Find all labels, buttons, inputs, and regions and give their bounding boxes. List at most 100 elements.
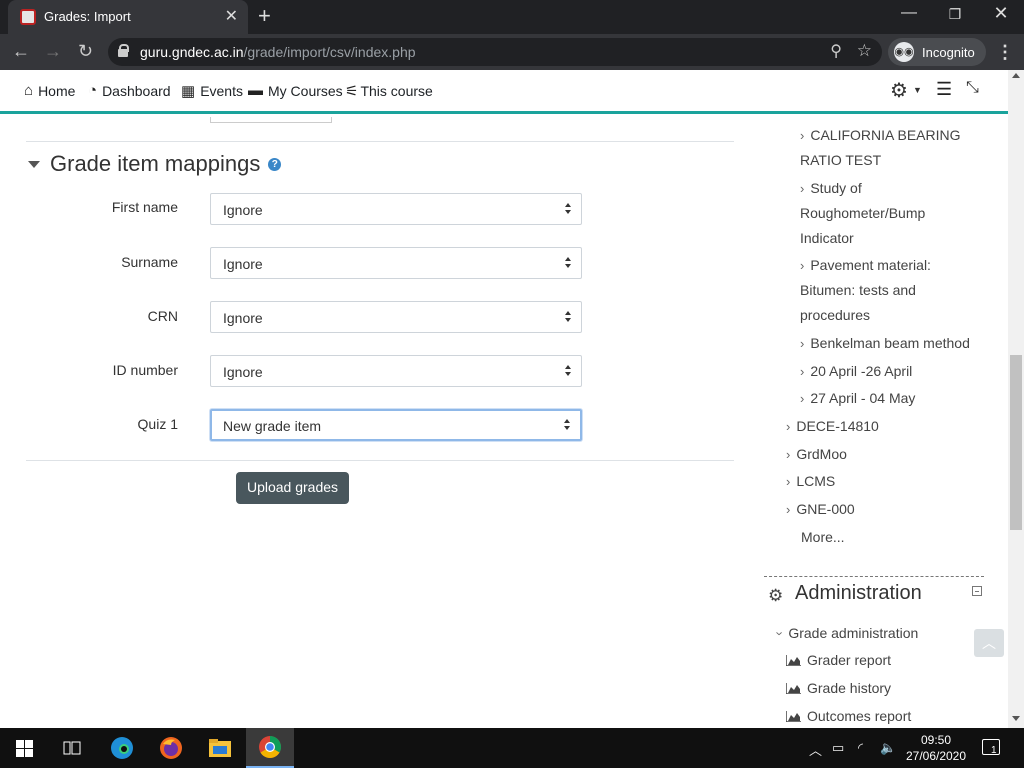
notifications-icon[interactable]: 1 — [982, 739, 1000, 756]
home-icon: ⌂ — [24, 82, 34, 99]
incognito-badge[interactable]: ◉◉ Incognito — [888, 38, 986, 66]
system-clock[interactable]: 09:50 27/06/2020 — [904, 732, 968, 764]
select-crn[interactable]: Ignore — [210, 301, 582, 333]
url-text: guru.gndec.ac.in/grade/import/csv/index.… — [140, 44, 416, 60]
select-surname[interactable]: Ignore — [210, 247, 582, 279]
chevron-down-icon[interactable]: ▼ — [913, 85, 922, 95]
reload-icon[interactable]: ↻ — [78, 41, 93, 62]
nav-tree-item[interactable]: › 27 April - 04 May — [800, 386, 990, 411]
chevron-down-icon: › — [772, 631, 788, 636]
select-arrows-icon — [565, 203, 571, 215]
nav-dashboard[interactable]: ◔ Dashboard — [88, 82, 171, 99]
form-divider — [26, 460, 734, 461]
report-link-grader[interactable]: Grader report — [786, 648, 891, 673]
nav-tree-item[interactable]: › Pavement material: Bitumen: tests and p… — [800, 253, 950, 328]
select-value: Ignore — [223, 364, 263, 380]
task-view-icon[interactable] — [48, 728, 96, 768]
nav-my-courses[interactable]: ▬ My Courses — [248, 82, 343, 99]
tab-title: Grades: Import — [44, 9, 131, 24]
select-first-name[interactable]: Ignore — [210, 193, 582, 225]
upload-grades-button[interactable]: Upload grades — [236, 472, 349, 504]
course-label: DECE-14810 — [796, 418, 879, 434]
more-courses-link[interactable]: More... — [801, 525, 845, 550]
dashboard-icon: ◔ — [88, 82, 98, 99]
report-label: Grader report — [807, 652, 892, 668]
nav-home[interactable]: ⌂ Home — [24, 82, 75, 99]
close-tab-icon[interactable]: ✕ — [225, 6, 238, 26]
back-icon[interactable]: ← — [12, 41, 30, 62]
browser-menu-icon[interactable]: ⋮ — [996, 42, 1014, 63]
chevron-right-icon: › — [800, 181, 805, 196]
collapse-block-icon[interactable] — [972, 586, 982, 596]
volume-icon[interactable]: 🔈 — [880, 740, 896, 756]
nav-course-item[interactable]: › GNE-000 — [786, 497, 855, 522]
nav-tree-item[interactable]: › Benkelman beam method — [800, 331, 990, 356]
section-title: Grade item mappings — [50, 151, 261, 176]
nav-course-item[interactable]: › DECE-14810 — [786, 414, 879, 439]
select-value: Ignore — [223, 202, 263, 218]
block-drawer-toggle-icon[interactable]: ☰ — [936, 79, 952, 100]
grade-item-mappings-header[interactable]: Grade item mappings ? — [28, 151, 282, 177]
browser-tab-strip: Grades: Import ✕ + — ❐ ✕ — [0, 0, 1024, 34]
tree-item-label: CALIFORNIA BEARING RATIO TEST — [800, 127, 961, 168]
incognito-label: Incognito — [922, 45, 975, 60]
caret-down-icon — [28, 160, 40, 168]
address-bar[interactable]: guru.gndec.ac.in/grade/import/csv/index.… — [108, 38, 882, 66]
help-icon[interactable]: ? — [268, 157, 282, 171]
scroll-down-icon[interactable] — [1012, 716, 1020, 721]
select-quiz-1[interactable]: New grade item — [210, 409, 582, 441]
browser-tab[interactable]: Grades: Import ✕ — [8, 0, 248, 34]
course-label: GrdMoo — [796, 446, 847, 462]
search-icon[interactable]: ⚲ — [830, 41, 842, 61]
select-value: New grade item — [223, 418, 322, 434]
new-tab-icon[interactable]: + — [258, 3, 271, 29]
scrollbar-thumb[interactable] — [1010, 355, 1022, 530]
settings-gear-icon[interactable]: ⚙ — [890, 78, 908, 103]
chevron-right-icon: › — [786, 419, 791, 434]
file-explorer-icon[interactable] — [196, 728, 244, 768]
report-link-history[interactable]: Grade history — [786, 676, 891, 701]
nav-course-item[interactable]: › GrdMoo — [786, 442, 847, 467]
grade-administration-item[interactable]: ›Grade administration — [773, 621, 919, 646]
grade-administration-label: Grade administration — [788, 625, 919, 641]
course-label: GNE-000 — [796, 501, 855, 517]
incognito-icon: ◉◉ — [894, 42, 914, 62]
field-label-quiz-1: Quiz 1 — [137, 416, 178, 432]
site-favicon-icon — [20, 9, 36, 25]
back-to-top-button[interactable]: ︿ — [974, 629, 1004, 657]
restore-window-icon[interactable]: ❐ — [932, 6, 978, 23]
chevron-right-icon: › — [786, 474, 791, 489]
chevron-right-icon: › — [800, 128, 805, 143]
area-chart-icon — [786, 655, 801, 666]
windows-taskbar: ︿ ▭ ◜ 🔈 09:50 27/06/2020 1 — [0, 728, 1024, 768]
administration-title: Administration — [795, 582, 922, 604]
tree-item-label: 20 April -26 April — [810, 363, 913, 379]
nav-tree-item[interactable]: › CALIFORNIA BEARING RATIO TEST — [800, 123, 980, 173]
forward-icon[interactable]: → — [44, 41, 62, 62]
nav-tree-item[interactable]: › Study of Roughometer/Bump Indicator — [800, 176, 950, 251]
administration-block-header: ⚙ Administration — [764, 576, 984, 616]
battery-icon[interactable]: ▭ — [832, 740, 844, 756]
nav-events[interactable]: ▦ Events — [181, 82, 243, 100]
tree-item-label: Study of Roughometer/Bump Indicator — [800, 180, 926, 246]
nav-course-item[interactable]: › LCMS — [786, 469, 835, 494]
collapse-fullscreen-icon[interactable]: ⤡ — [966, 79, 979, 97]
select-id-number[interactable]: Ignore — [210, 355, 582, 387]
bookmark-star-icon[interactable]: ☆ — [857, 41, 872, 61]
chevron-right-icon: › — [800, 391, 805, 406]
wifi-icon[interactable]: ◜ — [858, 740, 863, 756]
nav-home-label: Home — [38, 82, 76, 99]
edge-browser-icon[interactable] — [98, 728, 146, 768]
firefox-icon[interactable] — [147, 728, 195, 768]
scroll-up-icon[interactable] — [1012, 73, 1020, 78]
nav-tree-item[interactable]: › 20 April -26 April — [800, 359, 990, 384]
minimize-window-icon[interactable]: — — [886, 4, 932, 22]
chrome-icon[interactable] — [246, 728, 294, 768]
nav-this-course[interactable]: ⚟ This course — [345, 82, 433, 100]
show-hidden-icons-icon[interactable]: ︿ — [809, 740, 822, 759]
close-window-icon[interactable]: ✕ — [978, 3, 1024, 24]
tree-item-label: 27 April - 04 May — [810, 390, 916, 406]
page-scrollbar[interactable] — [1008, 70, 1024, 728]
report-link-outcomes[interactable]: Outcomes report — [786, 704, 911, 728]
windows-start-icon[interactable] — [0, 728, 48, 768]
